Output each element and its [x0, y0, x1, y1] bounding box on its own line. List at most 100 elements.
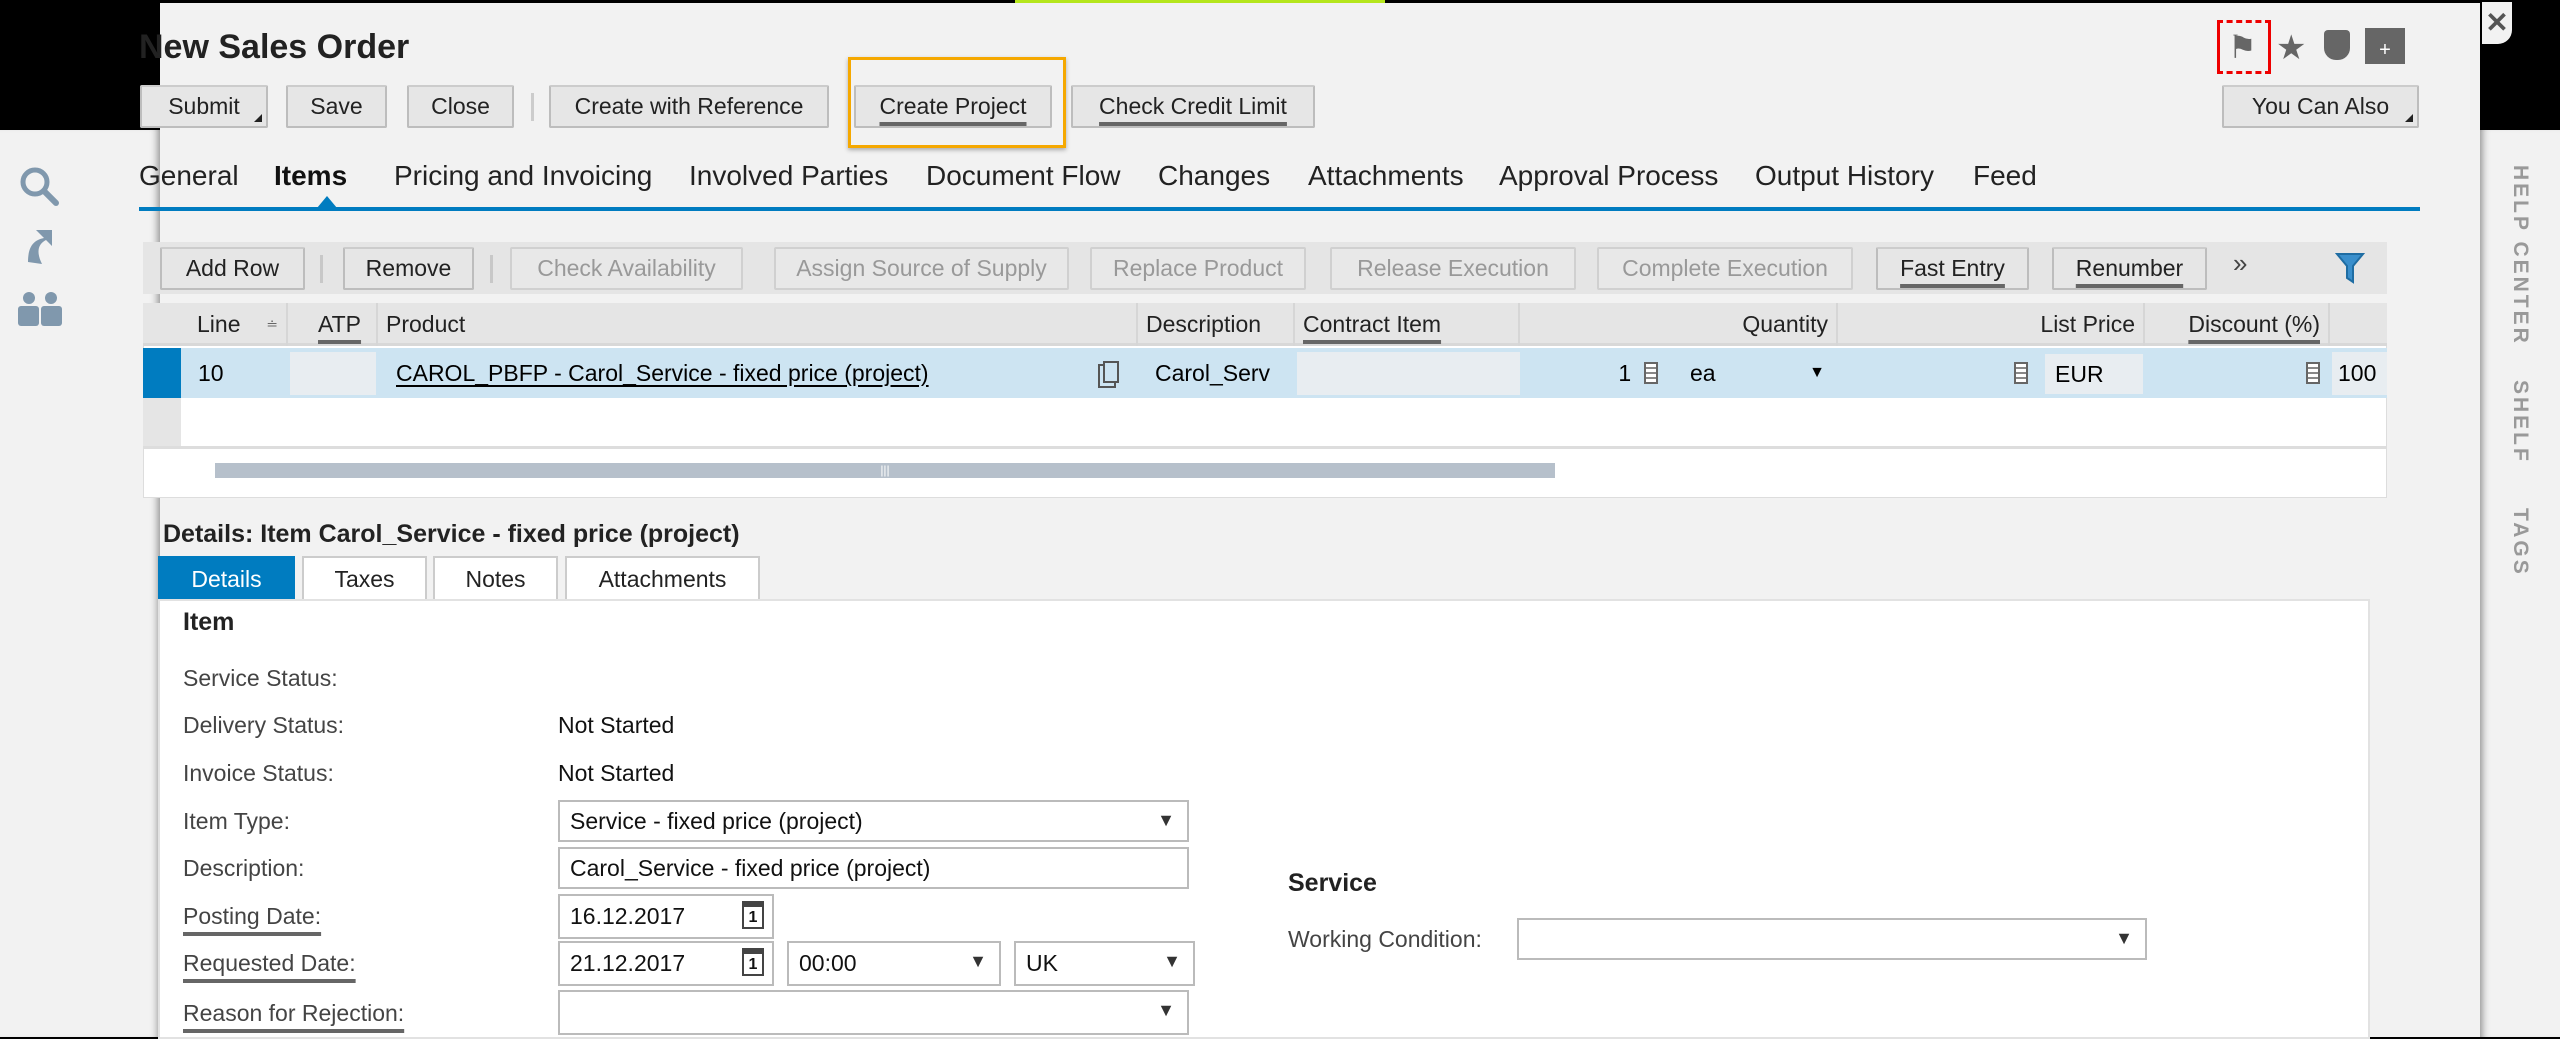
- horizontal-scrollbar[interactable]: |||: [215, 463, 1555, 478]
- shelf-tab[interactable]: SHELF: [2508, 380, 2532, 464]
- product-link[interactable]: CAROL_PBFP - Carol_Service - fixed price…: [386, 348, 939, 398]
- add-document-icon[interactable]: +: [2365, 28, 2405, 64]
- remove-button[interactable]: Remove: [343, 247, 474, 290]
- delivery-status-label: Delivery Status:: [183, 712, 345, 738]
- details-panel: [158, 599, 2370, 1039]
- divider: [531, 93, 534, 121]
- subtab-attachments[interactable]: Attachments: [565, 556, 760, 600]
- release-execution-button[interactable]: Release Execution: [1330, 247, 1576, 290]
- posting-date-input[interactable]: 16.12.2017 1: [558, 894, 774, 939]
- check-credit-limit-button[interactable]: Check Credit Limit: [1071, 85, 1315, 128]
- service-heading: Service: [1288, 869, 1377, 897]
- details-title: Details: Item Carol_Service - fixed pric…: [163, 520, 740, 548]
- add-row-button[interactable]: Add Row: [160, 247, 305, 290]
- create-with-reference-button[interactable]: Create with Reference: [549, 85, 829, 128]
- assign-source-of-supply-button[interactable]: Assign Source of Supply: [774, 247, 1069, 290]
- requested-time-select[interactable]: 00:00 ▼: [787, 941, 1001, 986]
- row-divider: [143, 446, 2387, 449]
- tab-attachments[interactable]: Attachments: [1308, 160, 1464, 192]
- tab-document-flow[interactable]: Document Flow: [926, 160, 1121, 192]
- replace-product-button[interactable]: Replace Product: [1090, 247, 1306, 290]
- reason-for-rejection-select[interactable]: ▼: [558, 990, 1189, 1035]
- divider: [490, 255, 493, 283]
- row-selector[interactable]: [143, 348, 181, 398]
- create-project-button[interactable]: Create Project: [854, 85, 1052, 128]
- cell-currency[interactable]: EUR: [2045, 354, 2143, 394]
- tag-icon[interactable]: [2324, 30, 2350, 60]
- subtab-details[interactable]: Details: [158, 556, 295, 600]
- share-arrow-icon[interactable]: [24, 226, 54, 268]
- tab-involved-parties[interactable]: Involved Parties: [689, 160, 888, 192]
- save-button[interactable]: Save: [286, 85, 387, 128]
- column-header-line[interactable]: Line ≐: [181, 303, 288, 346]
- column-header-description[interactable]: Description: [1138, 303, 1295, 346]
- fast-entry-button[interactable]: Fast Entry: [1876, 247, 2029, 290]
- left-sidebar: [0, 130, 160, 1037]
- requested-date-label: Requested Date:: [183, 950, 356, 976]
- row-selector[interactable]: [143, 398, 181, 448]
- chevron-down-icon: ▼: [1163, 951, 1181, 971]
- item-type-select[interactable]: Service - fixed price (project) ▼: [558, 800, 1189, 842]
- cell-description[interactable]: Carol_Serv: [1145, 348, 1295, 398]
- chevron-down-icon: ▼: [1157, 810, 1175, 830]
- check-availability-button[interactable]: Check Availability: [510, 247, 743, 290]
- complete-execution-button[interactable]: Complete Execution: [1597, 247, 1853, 290]
- calculator-icon[interactable]: [1644, 362, 1658, 384]
- description-label: Description:: [183, 855, 305, 881]
- column-header-product[interactable]: Product: [378, 303, 1138, 346]
- calendar-icon[interactable]: 1: [742, 901, 764, 929]
- subtab-notes[interactable]: Notes: [433, 556, 558, 600]
- requested-date-input[interactable]: 21.12.2017 1: [558, 941, 774, 986]
- posting-date-label: Posting Date:: [183, 903, 322, 929]
- page-title: New Sales Order: [139, 28, 410, 66]
- tab-feed[interactable]: Feed: [1973, 160, 2037, 192]
- tab-output-history[interactable]: Output History: [1755, 160, 1934, 192]
- cell-quantity[interactable]: 1: [1520, 348, 1668, 398]
- unit-select[interactable]: ea ▼: [1680, 348, 1835, 398]
- column-header-discount[interactable]: Discount (%): [2145, 303, 2330, 346]
- tab-approval-process[interactable]: Approval Process: [1499, 160, 1718, 192]
- calculator-icon[interactable]: [2014, 362, 2028, 384]
- working-condition-label: Working Condition:: [1288, 926, 1482, 952]
- star-icon[interactable]: ★: [2276, 28, 2306, 68]
- filter-icon[interactable]: [2335, 252, 2365, 286]
- help-center-tab[interactable]: HELP CENTER: [2508, 165, 2532, 346]
- reason-for-rejection-label: Reason for Rejection:: [183, 1000, 405, 1026]
- more-actions-button[interactable]: »: [2233, 248, 2247, 279]
- chevron-down-icon: ▼: [969, 951, 987, 971]
- renumber-button[interactable]: Renumber: [2052, 247, 2207, 290]
- sort-icon[interactable]: ≐: [266, 316, 278, 333]
- item-type-label: Item Type:: [183, 808, 290, 834]
- delivery-status-value: Not Started: [558, 712, 675, 738]
- subtab-taxes[interactable]: Taxes: [302, 556, 427, 600]
- tab-pricing-and-invoicing[interactable]: Pricing and Invoicing: [394, 160, 652, 192]
- timezone-select[interactable]: UK ▼: [1014, 941, 1195, 986]
- calendar-icon[interactable]: 1: [742, 948, 764, 976]
- cell-list-price[interactable]: [1838, 348, 2038, 398]
- copy-icon[interactable]: [1103, 361, 1119, 383]
- tab-items[interactable]: Items: [274, 160, 347, 192]
- divider: [320, 255, 323, 283]
- calculator-icon[interactable]: [2306, 362, 2320, 384]
- chevron-down-icon: ▼: [1157, 1000, 1175, 1020]
- cell-next: 100: [2332, 352, 2387, 395]
- close-icon[interactable]: ✕: [2482, 2, 2512, 44]
- column-header-list-price[interactable]: List Price: [1838, 303, 2145, 346]
- tags-tab[interactable]: TAGS: [2508, 508, 2532, 577]
- column-header-atp[interactable]: ATP: [288, 303, 378, 346]
- cell-contract-item[interactable]: [1297, 352, 1520, 395]
- flag-icon[interactable]: ⚑: [2228, 28, 2257, 66]
- working-condition-select[interactable]: ▼: [1517, 918, 2147, 960]
- description-input[interactable]: Carol_Service - fixed price (project): [558, 847, 1189, 889]
- column-header-quantity[interactable]: Quantity: [1520, 303, 1838, 346]
- active-tab-indicator: [317, 196, 337, 208]
- tab-changes[interactable]: Changes: [1158, 160, 1270, 192]
- tab-general[interactable]: General: [139, 160, 239, 192]
- close-button[interactable]: Close: [407, 85, 514, 128]
- people-icon[interactable]: [17, 290, 63, 328]
- cell-discount[interactable]: [2145, 348, 2330, 398]
- submit-button[interactable]: Submit: [140, 85, 268, 128]
- search-icon[interactable]: [18, 165, 62, 207]
- you-can-also-button[interactable]: You Can Also: [2222, 85, 2419, 128]
- column-header-contract-item[interactable]: Contract Item: [1295, 303, 1520, 346]
